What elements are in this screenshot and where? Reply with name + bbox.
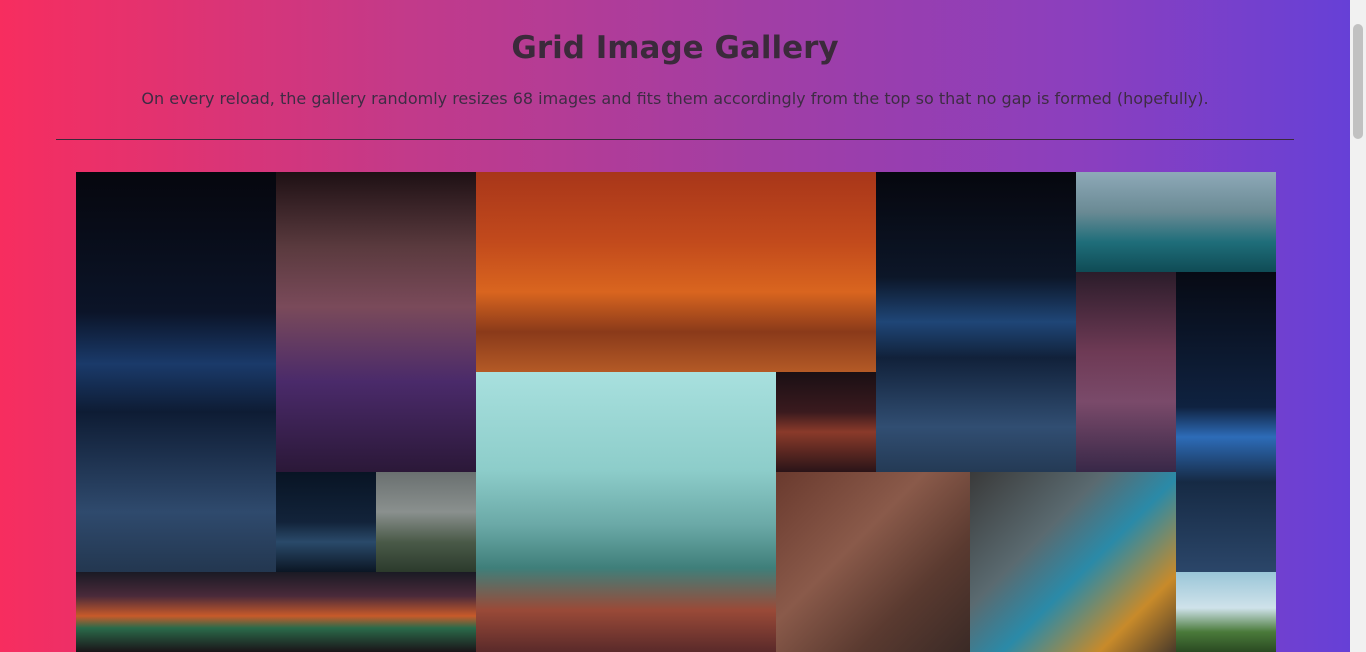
graffiti-woman-photo[interactable] <box>970 472 1176 652</box>
neon-storefront-photo[interactable] <box>76 572 476 652</box>
tokyo-shop-photo[interactable] <box>776 372 876 472</box>
neon-street-photo[interactable] <box>1076 272 1176 472</box>
autumn-forest-photo[interactable] <box>476 172 876 372</box>
image-gallery-grid <box>76 172 1276 652</box>
countryside-photo[interactable] <box>1176 572 1276 652</box>
night-bridge-photo-3[interactable] <box>1176 272 1276 572</box>
page-scrollbar[interactable] <box>1350 0 1366 652</box>
highway-lights-photo[interactable] <box>276 472 376 572</box>
night-bridge-photo-2[interactable] <box>876 172 1076 472</box>
page-subtitle: On every reload, the gallery randomly re… <box>141 89 1209 108</box>
mountain-lake-photo[interactable] <box>1076 172 1276 272</box>
night-bridge-photo[interactable] <box>76 172 276 572</box>
misty-river-photo[interactable] <box>376 472 476 572</box>
neon-alley-photo[interactable] <box>276 172 476 472</box>
header-divider <box>56 139 1294 140</box>
scrollbar-thumb[interactable] <box>1353 24 1363 139</box>
page-title: Grid Image Gallery <box>511 30 839 66</box>
pagoda-photo[interactable] <box>476 372 776 652</box>
graffiti-wall-photo[interactable] <box>776 472 970 652</box>
